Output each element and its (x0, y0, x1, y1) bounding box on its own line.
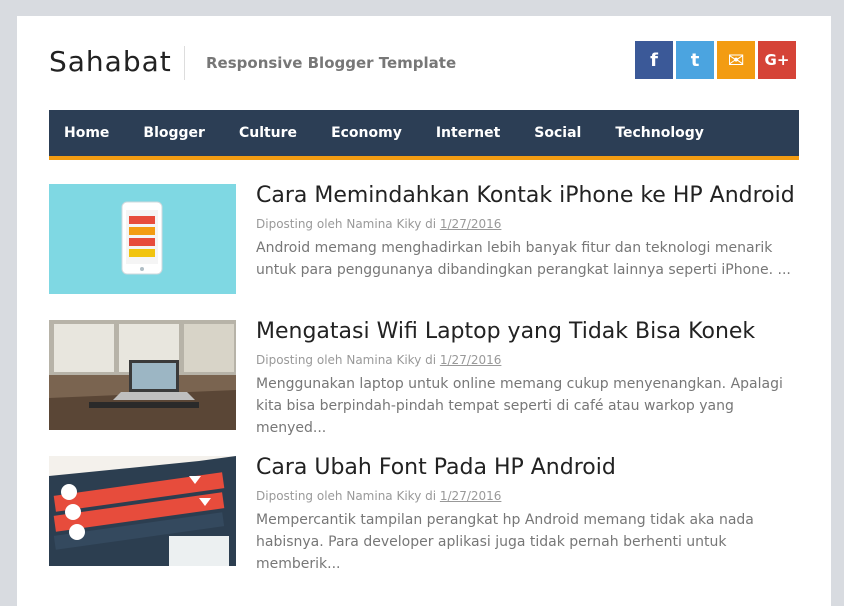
post-list: Cara Memindahkan Kontak iPhone ke HP And… (49, 181, 799, 592)
site-description: Responsive Blogger Template (206, 54, 457, 72)
post-author: Diposting oleh Namina Kiky di (256, 489, 440, 503)
site-header: Sahabat Responsive Blogger Template f t … (17, 16, 831, 110)
post-author: Diposting oleh Namina Kiky di (256, 353, 440, 367)
post-date[interactable]: 1/27/2016 (440, 489, 502, 503)
post-thumbnail[interactable] (49, 456, 236, 566)
nav-item-social[interactable]: Social (517, 110, 598, 156)
facebook-icon: f (650, 49, 658, 71)
google-plus-icon: G+ (764, 51, 790, 69)
nav-item-blogger[interactable]: Blogger (126, 110, 222, 156)
nav-item-home[interactable]: Home (49, 110, 126, 156)
post-item: Mengatasi Wifi Laptop yang Tidak Bisa Ko… (49, 317, 799, 456)
post-thumbnail[interactable] (49, 320, 236, 430)
site-title[interactable]: Sahabat (49, 45, 172, 78)
nav-item-economy[interactable]: Economy (314, 110, 419, 156)
post-excerpt: Android memang menghadirkan lebih banyak… (256, 240, 791, 278)
nav-item-technology[interactable]: Technology (598, 110, 721, 156)
post-title[interactable]: Cara Memindahkan Kontak iPhone ke HP And… (256, 181, 796, 211)
post-excerpt: Menggunakan laptop untuk online memang c… (256, 376, 783, 436)
post-excerpt: Mempercantik tampilan perangkat hp Andro… (256, 512, 754, 572)
title-divider (184, 46, 185, 80)
post-title[interactable]: Mengatasi Wifi Laptop yang Tidak Bisa Ko… (256, 317, 796, 347)
post-date[interactable]: 1/27/2016 (440, 353, 502, 367)
post-meta: Diposting oleh Namina Kiky di 1/27/2016 (256, 353, 796, 367)
twitter-icon: t (690, 49, 700, 71)
post-item: Cara Memindahkan Kontak iPhone ke HP And… (49, 181, 799, 320)
nav-item-internet[interactable]: Internet (419, 110, 517, 156)
post-date[interactable]: 1/27/2016 (440, 217, 502, 231)
main-navigation: Home Blogger Culture Economy Internet So… (49, 110, 799, 160)
email-button[interactable]: ✉ (717, 41, 755, 79)
post-author: Diposting oleh Namina Kiky di (256, 217, 440, 231)
page-container: Sahabat Responsive Blogger Template f t … (17, 16, 831, 606)
twitter-button[interactable]: t (676, 41, 714, 79)
post-title[interactable]: Cara Ubah Font Pada HP Android (256, 453, 796, 483)
post-meta: Diposting oleh Namina Kiky di 1/27/2016 (256, 489, 796, 503)
email-icon: ✉ (727, 48, 745, 72)
post-item: Cara Ubah Font Pada HP Android Diposting… (49, 453, 799, 592)
post-thumbnail[interactable] (49, 184, 236, 294)
nav-item-culture[interactable]: Culture (222, 110, 314, 156)
facebook-button[interactable]: f (635, 41, 673, 79)
post-meta: Diposting oleh Namina Kiky di 1/27/2016 (256, 217, 796, 231)
google-plus-button[interactable]: G+ (758, 41, 796, 79)
social-links: f t ✉ G+ (635, 41, 796, 79)
